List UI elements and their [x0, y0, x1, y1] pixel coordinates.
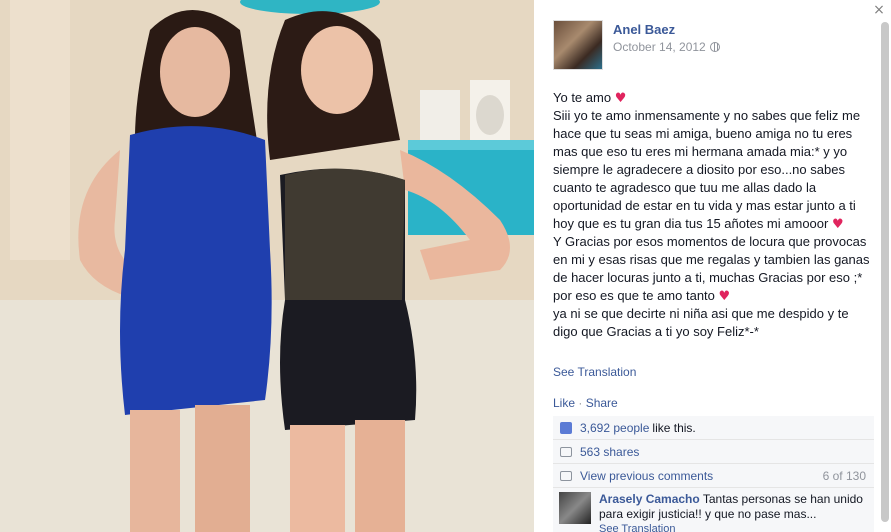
globe-icon [709, 42, 720, 52]
thumbs-up-icon [559, 421, 573, 435]
commenter-avatar[interactable] [559, 492, 591, 524]
share-link[interactable]: Share [586, 396, 618, 410]
photo-illustration [0, 0, 534, 532]
post-line-1: Yo te amo [553, 90, 612, 105]
separator-dot: · [578, 396, 586, 410]
scrollbar[interactable] [881, 22, 889, 522]
post-author: Anel Baez October 14, 2012 [553, 20, 720, 70]
like-link[interactable]: Like [553, 396, 575, 410]
post-actions: Like · Share [553, 396, 618, 410]
likes-row: 3,692 people like this. [553, 416, 874, 440]
comment-item: Arasely Camacho Tantas personas se han u… [553, 488, 874, 532]
post-line-4: por eso es que te amo tanto [553, 288, 715, 303]
post-line-3: Y Gracias por esos momentos de locura qu… [553, 234, 870, 285]
post-line-2: Siii yo te amo inmensamente y no sabes q… [553, 108, 861, 231]
author-avatar[interactable] [553, 20, 603, 70]
likes-text: like this. [652, 420, 696, 435]
post-side-panel: × Anel Baez October 14, 2012 Yo te amo ♥… [534, 0, 891, 532]
post-date-text[interactable]: October 14, 2012 [613, 40, 706, 54]
comment-count: 6 of 130 [822, 468, 866, 483]
comment-icon [559, 469, 573, 483]
post-line-5: ya ni se que decirte ni niña asi que me … [553, 306, 849, 339]
comment-body: Arasely Camacho Tantas personas se han u… [599, 492, 868, 532]
post-photo[interactable] [0, 0, 534, 532]
heart-icon: ♥ [718, 289, 731, 304]
likes-count-link[interactable]: 3,692 people [580, 421, 649, 435]
shares-link[interactable]: 563 shares [580, 445, 639, 459]
view-previous-row: View previous comments 6 of 130 [553, 464, 874, 488]
heart-icon: ♥ [614, 91, 627, 106]
heart-icon: ♥ [831, 217, 844, 232]
shares-row: 563 shares [553, 440, 874, 464]
author-name[interactable]: Anel Baez [613, 22, 720, 37]
see-translation-link[interactable]: See Translation [553, 365, 636, 379]
post-text: Yo te amo ♥ Siii yo te amo inmensamente … [553, 89, 873, 341]
author-meta: Anel Baez October 14, 2012 [613, 22, 720, 70]
commenter-name[interactable]: Arasely Camacho [599, 492, 700, 506]
view-previous-comments-link[interactable]: View previous comments [580, 469, 713, 483]
close-icon[interactable]: × [871, 2, 887, 18]
comment-see-translation[interactable]: See Translation [599, 522, 868, 532]
share-icon [559, 445, 573, 459]
post-date: October 14, 2012 [613, 40, 720, 54]
ufi-box: 3,692 people like this. 563 shares View … [553, 416, 874, 532]
